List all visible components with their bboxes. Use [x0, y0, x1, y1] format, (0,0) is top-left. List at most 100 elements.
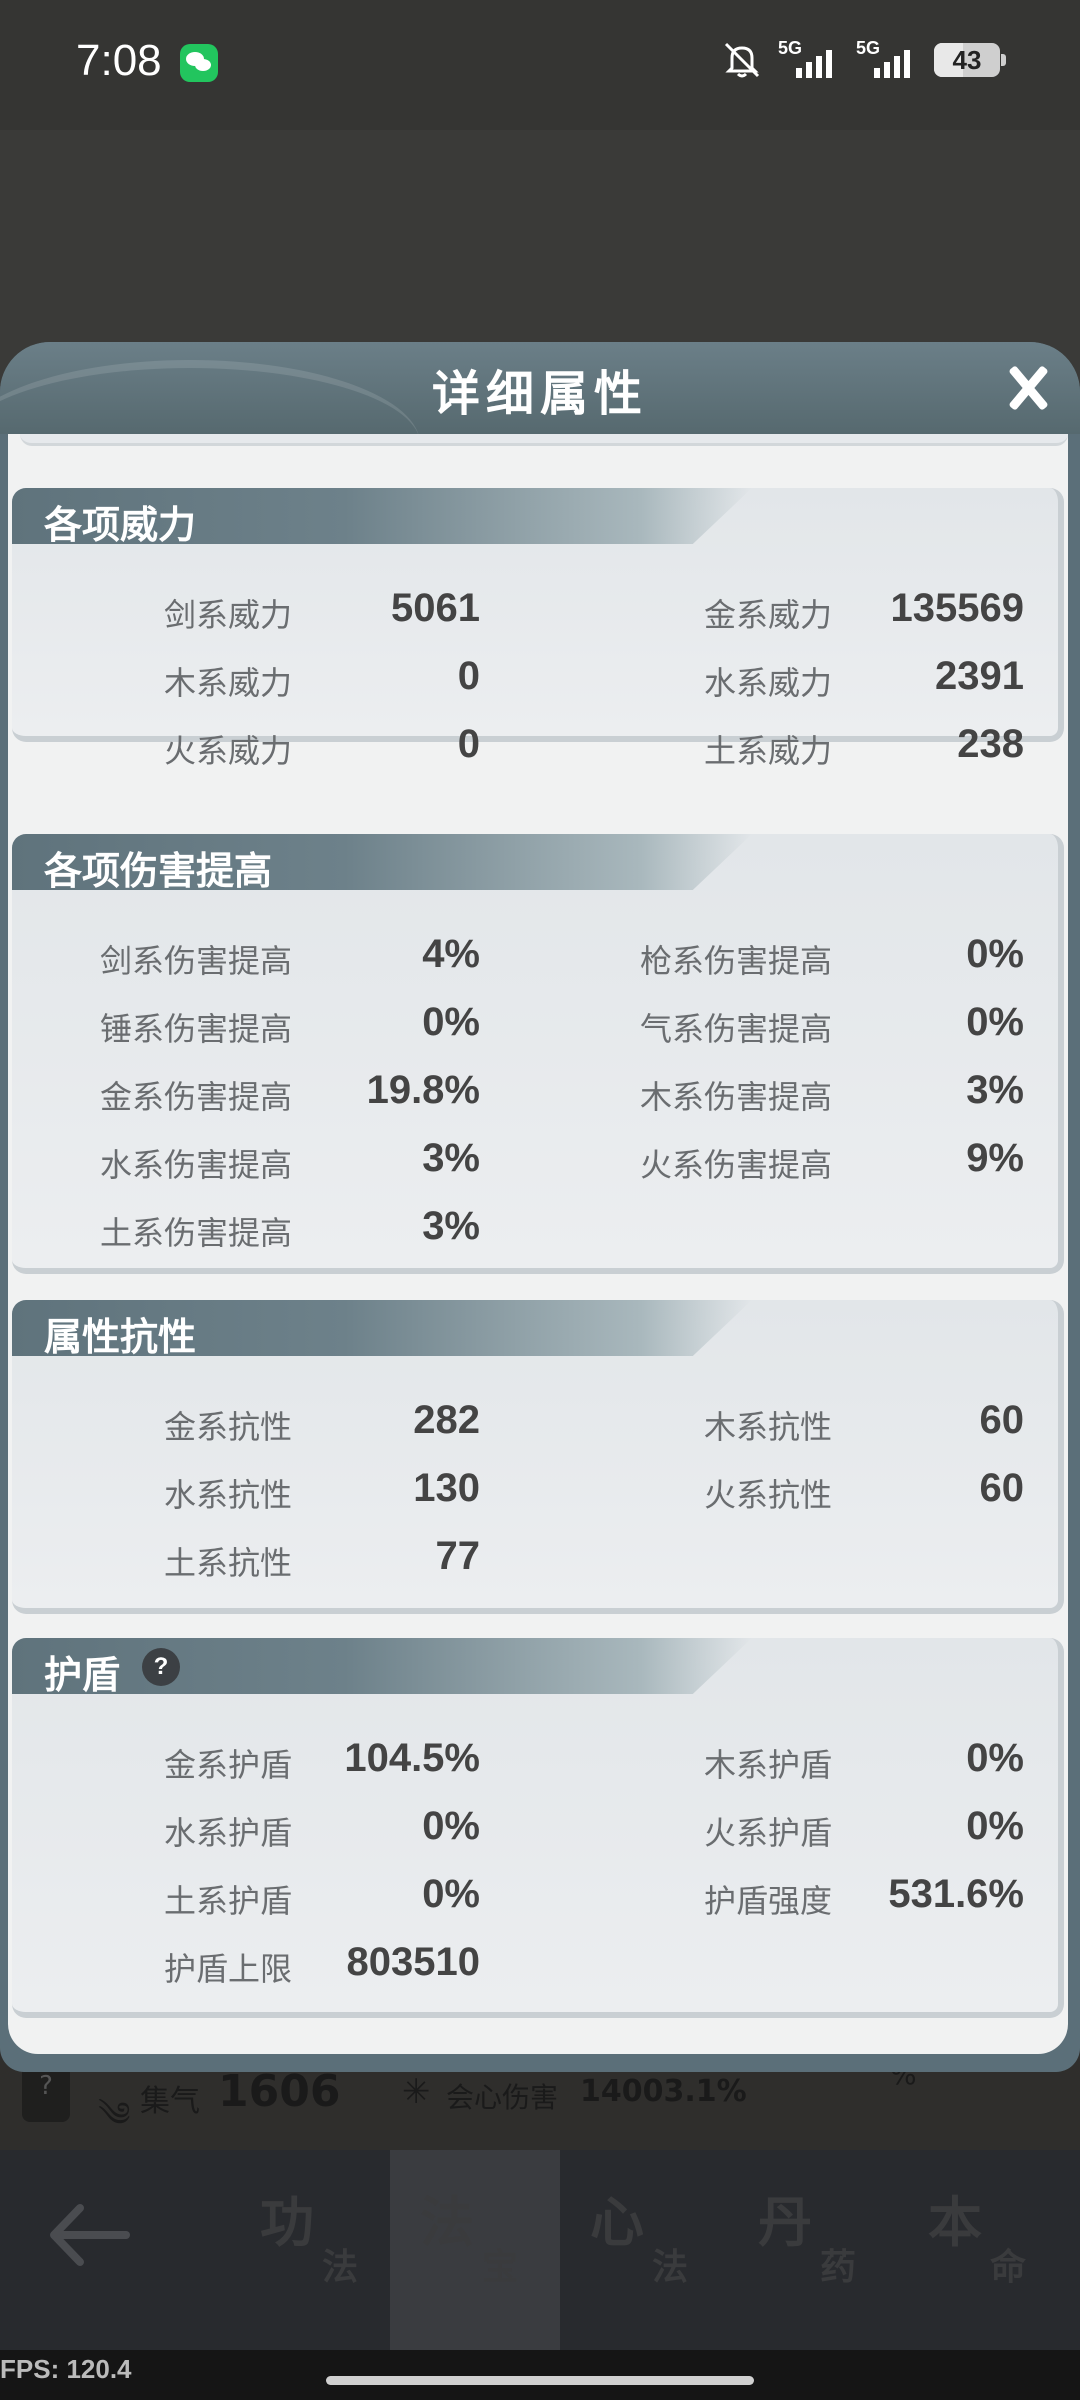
- stat-value: 4%: [422, 932, 480, 976]
- stat-label: 土系威力: [703, 732, 832, 770]
- stat-value: 0: [457, 654, 480, 698]
- stat-value: 0%: [966, 1804, 1024, 1848]
- stat-value: 0%: [966, 1000, 1024, 1044]
- stat-value: 282: [413, 1398, 480, 1442]
- stat-value: 5061: [391, 586, 480, 630]
- stat-value: 2391: [935, 654, 1024, 698]
- stat-label: 金系抗性: [163, 1408, 292, 1446]
- nav-tab-fabao[interactable]: 法 宝: [390, 2150, 560, 2360]
- nav-tab-small: 药: [820, 2246, 857, 2288]
- stat-value: 19.8%: [366, 1068, 480, 1112]
- crit-label: 会心伤害: [446, 2081, 559, 2114]
- stat-value: 60: [979, 1398, 1025, 1442]
- nav-tab-gongfa[interactable]: 功 法: [230, 2150, 400, 2360]
- section-header: [12, 1638, 752, 1694]
- status-time: 7:08: [76, 36, 162, 85]
- stat-label: 火系威力: [163, 732, 292, 770]
- stat-value: 135569: [890, 586, 1024, 630]
- nav-tab-benming[interactable]: 本 命: [898, 2150, 1068, 2360]
- battery-icon: 43: [934, 43, 1006, 77]
- nav-tab-small: 法: [652, 2246, 689, 2288]
- stat-label: 枪系伤害提高: [639, 942, 832, 980]
- stat-value: 803510: [346, 1940, 480, 1984]
- stat-value: 0%: [422, 1000, 480, 1044]
- stat-label: 水系伤害提高: [99, 1146, 292, 1184]
- nav-tab-big: 丹: [758, 2190, 812, 2254]
- nav-tab-xinfa[interactable]: 心 法: [560, 2150, 730, 2360]
- stat-value: 3%: [422, 1204, 480, 1248]
- mute-icon: [724, 42, 760, 78]
- nav-tab-small: 宝: [482, 2246, 519, 2288]
- stat-value: 3%: [422, 1136, 480, 1180]
- dialog-body[interactable]: 各项威力 剑系威力 5061 木系威力 0 火系威力 0 金系威力 135569…: [8, 434, 1068, 2054]
- battery-level: 43: [952, 45, 982, 75]
- stat-label: 金系伤害提高: [99, 1078, 292, 1116]
- stat-value: 3%: [966, 1068, 1024, 1112]
- stat-value: 0: [457, 722, 480, 766]
- wechat-icon: [180, 44, 218, 82]
- section-damage-boost: 各项伤害提高 剑系伤害提高 4% 锤系伤害提高 0% 金系伤害提高 19.8% …: [12, 834, 1064, 1274]
- section-title: 各项伤害提高: [44, 848, 273, 893]
- stat-label: 土系护盾: [163, 1882, 292, 1920]
- stat-value: 0%: [966, 932, 1024, 976]
- stat-label: 护盾强度: [703, 1882, 832, 1920]
- nav-tab-danyao[interactable]: 丹 药: [728, 2150, 898, 2360]
- stat-label: 木系抗性: [703, 1408, 832, 1446]
- stat-label: 土系伤害提高: [99, 1214, 292, 1252]
- stat-label: 水系护盾: [163, 1814, 292, 1852]
- stat-value: 9%: [966, 1136, 1024, 1180]
- stat-value: 0%: [966, 1736, 1024, 1780]
- stat-label: 土系抗性: [163, 1544, 292, 1582]
- stat-label: 金系护盾: [163, 1746, 292, 1784]
- fps-counter: FPS: 120.4: [0, 2354, 132, 2384]
- stat-value: 531.6%: [888, 1872, 1024, 1916]
- status-icons: 5G 5G 43: [720, 38, 1006, 82]
- stat-label: 锤系伤害提高: [99, 1010, 292, 1048]
- stat-label: 木系护盾: [703, 1746, 832, 1784]
- stat-value: 77: [435, 1534, 481, 1578]
- stat-label: 火系护盾: [703, 1814, 832, 1852]
- stat-label: 木系威力: [163, 664, 292, 702]
- stat-label: 剑系伤害提高: [99, 942, 292, 980]
- section-shield: 护盾 ? 金系护盾 104.5% 水系护盾 0% 土系护盾 0% 护盾上限 80…: [12, 1638, 1064, 2018]
- dialog-header: 详细属性: [0, 342, 1080, 434]
- nav-tab-big: 本: [928, 2190, 982, 2254]
- section-title: 属性抗性: [44, 1314, 197, 1359]
- nav-tab-small: 法: [322, 2246, 359, 2288]
- home-indicator[interactable]: [326, 2376, 754, 2385]
- stat-value: 60: [979, 1466, 1025, 1510]
- stat-value: 0%: [422, 1872, 480, 1916]
- stat-label: 气系伤害提高: [639, 1010, 832, 1048]
- crit-value: 14003.1%: [580, 2074, 747, 2109]
- nav-tab-big: 心: [590, 2190, 644, 2254]
- stat-value: 238: [957, 722, 1024, 766]
- signal-icon: 5G: [778, 38, 842, 82]
- stat-value: 130: [413, 1466, 480, 1510]
- back-arrow-icon[interactable]: [40, 2190, 140, 2280]
- section-power: 各项威力 剑系威力 5061 木系威力 0 火系威力 0 金系威力 135569…: [12, 488, 1064, 770]
- stat-value: 104.5%: [344, 1736, 480, 1780]
- help-icon[interactable]: ?: [142, 1648, 180, 1686]
- stat-label: 火系伤害提高: [639, 1146, 832, 1184]
- stat-label: 金系威力: [703, 596, 832, 634]
- qi-label: 集气: [140, 2084, 200, 2119]
- nav-tab-small: 命: [990, 2246, 1027, 2288]
- scrolled-section-edge: [20, 434, 1068, 446]
- close-button[interactable]: [1000, 360, 1056, 416]
- signal-icon-2: 5G: [856, 38, 920, 82]
- stat-label: 剑系威力: [163, 596, 292, 634]
- section-title: 护盾: [44, 1652, 121, 1697]
- nav-tab-big: 法: [420, 2190, 474, 2254]
- nav-tab-big: 功: [260, 2190, 314, 2254]
- stat-label: 木系伤害提高: [639, 1078, 832, 1116]
- section-resistance: 属性抗性 金系抗性 282 水系抗性 130 土系抗性 77 木系抗性 60 火…: [12, 1300, 1064, 1614]
- stat-value: 0%: [422, 1804, 480, 1848]
- dialog-title: 详细属性: [431, 366, 648, 422]
- stat-label: 水系威力: [703, 664, 832, 702]
- stat-label: 火系抗性: [703, 1476, 832, 1514]
- stat-label: 水系抗性: [163, 1476, 292, 1514]
- system-nav-bar: [0, 2350, 1080, 2400]
- status-bar: 7:08 5G 5G 43: [0, 0, 1080, 130]
- stat-label: 护盾上限: [163, 1950, 292, 1988]
- qi-value: 1606: [218, 2066, 341, 2117]
